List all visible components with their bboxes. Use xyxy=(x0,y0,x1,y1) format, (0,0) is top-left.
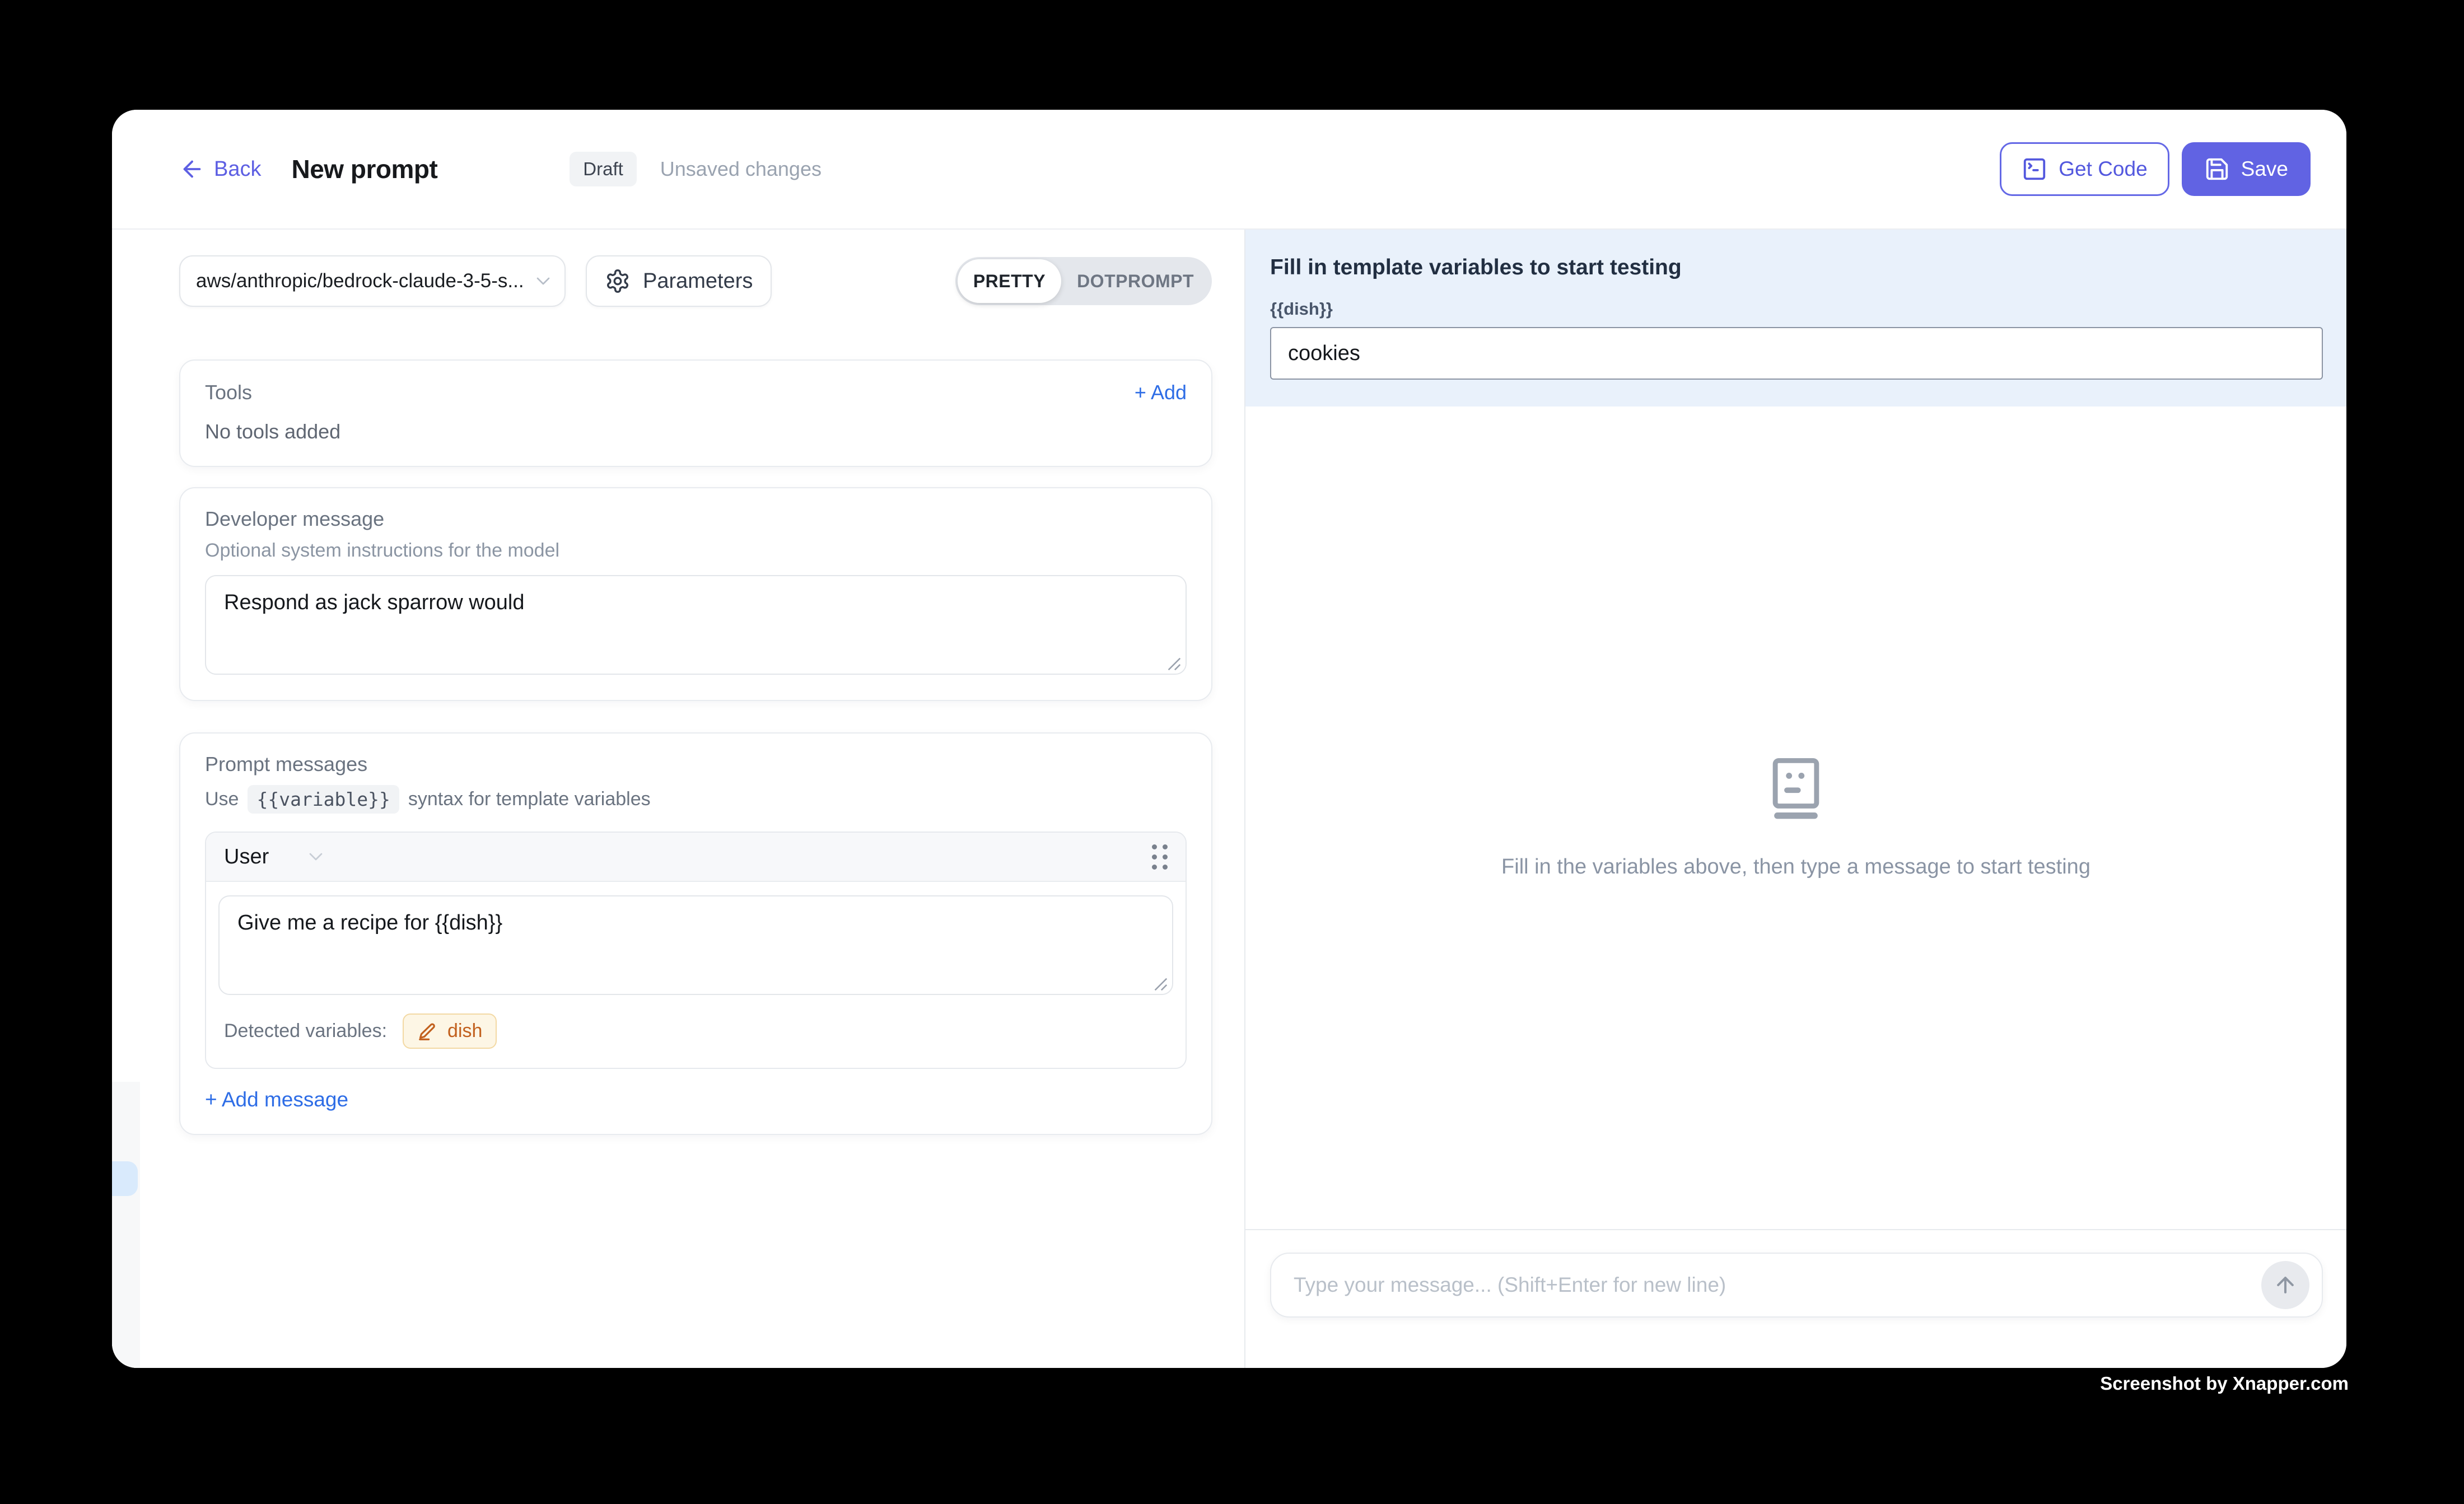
developer-message-subtitle: Optional system instructions for the mod… xyxy=(205,540,1187,562)
test-pane: Fill in template variables to start test… xyxy=(1244,230,2346,1368)
toggle-pretty[interactable]: PRETTY xyxy=(958,259,1061,303)
prompt-messages-title: Prompt messages xyxy=(205,753,1187,776)
message-block: User Give me a recipe for {{dish}} Detec… xyxy=(205,832,1187,1069)
hint-prefix: Use xyxy=(205,788,239,810)
status-group: Draft Unsaved changes xyxy=(570,152,822,186)
side-panel-highlight xyxy=(112,1161,138,1196)
tools-title: Tools xyxy=(205,381,252,404)
arrow-left-icon xyxy=(179,156,205,182)
chat-empty-text: Fill in the variables above, then type a… xyxy=(1501,855,2090,879)
view-mode-toggle: PRETTY DOTPROMPT xyxy=(955,257,1212,305)
side-panel-edge xyxy=(112,1082,140,1368)
variable-chip-label: dish xyxy=(447,1020,482,1042)
variable-dish-label: {{dish}} xyxy=(1270,299,2323,319)
back-button[interactable]: Back xyxy=(179,156,261,182)
prompt-messages-card: Prompt messages Use {{variable}} syntax … xyxy=(179,732,1212,1135)
chat-empty-state: Fill in the variables above, then type a… xyxy=(1245,407,2346,1229)
send-message-button[interactable] xyxy=(2261,1261,2309,1309)
resize-grip-icon[interactable] xyxy=(1152,975,1169,992)
chevron-down-icon xyxy=(532,270,554,292)
gear-icon xyxy=(605,268,631,294)
get-code-button[interactable]: Get Code xyxy=(2000,142,2169,196)
detected-variables-row: Detected variables: dish xyxy=(206,998,1186,1068)
detected-variables-label: Detected variables: xyxy=(224,1020,387,1042)
add-tool-button[interactable]: + Add xyxy=(1135,381,1187,404)
variables-panel-title: Fill in template variables to start test… xyxy=(1270,255,2323,280)
variable-syntax-code: {{variable}} xyxy=(248,785,399,814)
tools-card: Tools + Add No tools added xyxy=(179,359,1212,467)
drag-handle-icon[interactable] xyxy=(1152,844,1168,870)
terminal-icon xyxy=(2022,156,2047,182)
page-title: New prompt xyxy=(291,154,437,184)
template-variables-panel: Fill in template variables to start test… xyxy=(1245,230,2346,407)
model-selector-value: aws/anthropic/bedrock-claude-3-5-s... xyxy=(196,270,524,292)
hint-suffix: syntax for template variables xyxy=(408,788,651,810)
draft-status-badge: Draft xyxy=(570,152,637,186)
toggle-dotprompt[interactable]: DOTPROMPT xyxy=(1061,259,1210,303)
variable-dish-input[interactable] xyxy=(1270,327,2323,380)
chat-message-input[interactable] xyxy=(1270,1253,2323,1318)
save-label: Save xyxy=(2241,157,2288,181)
get-code-label: Get Code xyxy=(2059,157,2147,181)
header-bar: Back New prompt Draft Unsaved changes Ge… xyxy=(112,110,2346,230)
tools-empty-text: No tools added xyxy=(205,420,1187,443)
save-button[interactable]: Save xyxy=(2182,142,2311,196)
app-window: Back New prompt Draft Unsaved changes Ge… xyxy=(112,110,2346,1368)
developer-message-title: Developer message xyxy=(205,507,1187,531)
bot-face-icon xyxy=(1763,756,1829,823)
pencil-icon xyxy=(417,1021,438,1042)
parameters-label: Parameters xyxy=(643,269,753,293)
developer-message-textarea[interactable]: Respond as jack sparrow would xyxy=(205,575,1187,675)
message-textarea[interactable]: Give me a recipe for {{dish}} xyxy=(218,895,1173,995)
role-select-value[interactable]: User xyxy=(224,845,269,869)
arrow-up-icon xyxy=(2273,1273,2298,1297)
message-body: Give me a recipe for {{dish}} xyxy=(206,882,1186,998)
save-icon xyxy=(2204,156,2230,182)
model-row: aws/anthropic/bedrock-claude-3-5-s... Pa… xyxy=(179,255,1212,307)
developer-message-card: Developer message Optional system instru… xyxy=(179,487,1212,701)
main-split: aws/anthropic/bedrock-claude-3-5-s... Pa… xyxy=(112,230,2346,1368)
model-selector[interactable]: aws/anthropic/bedrock-claude-3-5-s... xyxy=(179,255,566,307)
resize-grip-icon[interactable] xyxy=(1165,655,1182,672)
parameters-button[interactable]: Parameters xyxy=(586,255,772,307)
add-message-button[interactable]: + Add message xyxy=(205,1088,348,1111)
back-label: Back xyxy=(214,157,261,181)
screenshot-canvas: Back New prompt Draft Unsaved changes Ge… xyxy=(0,0,2464,1504)
unsaved-changes-text: Unsaved changes xyxy=(660,157,822,181)
prompt-editor-pane: aws/anthropic/bedrock-claude-3-5-s... Pa… xyxy=(112,230,1244,1368)
chat-input-row xyxy=(1245,1229,2346,1368)
variable-chip-dish[interactable]: dish xyxy=(403,1013,497,1049)
chevron-down-icon[interactable] xyxy=(305,846,327,868)
message-role-row: User xyxy=(206,833,1186,882)
watermark-text: Screenshot by Xnapper.com xyxy=(2100,1373,2349,1394)
variable-syntax-hint: Use {{variable}} syntax for template var… xyxy=(205,785,1187,814)
